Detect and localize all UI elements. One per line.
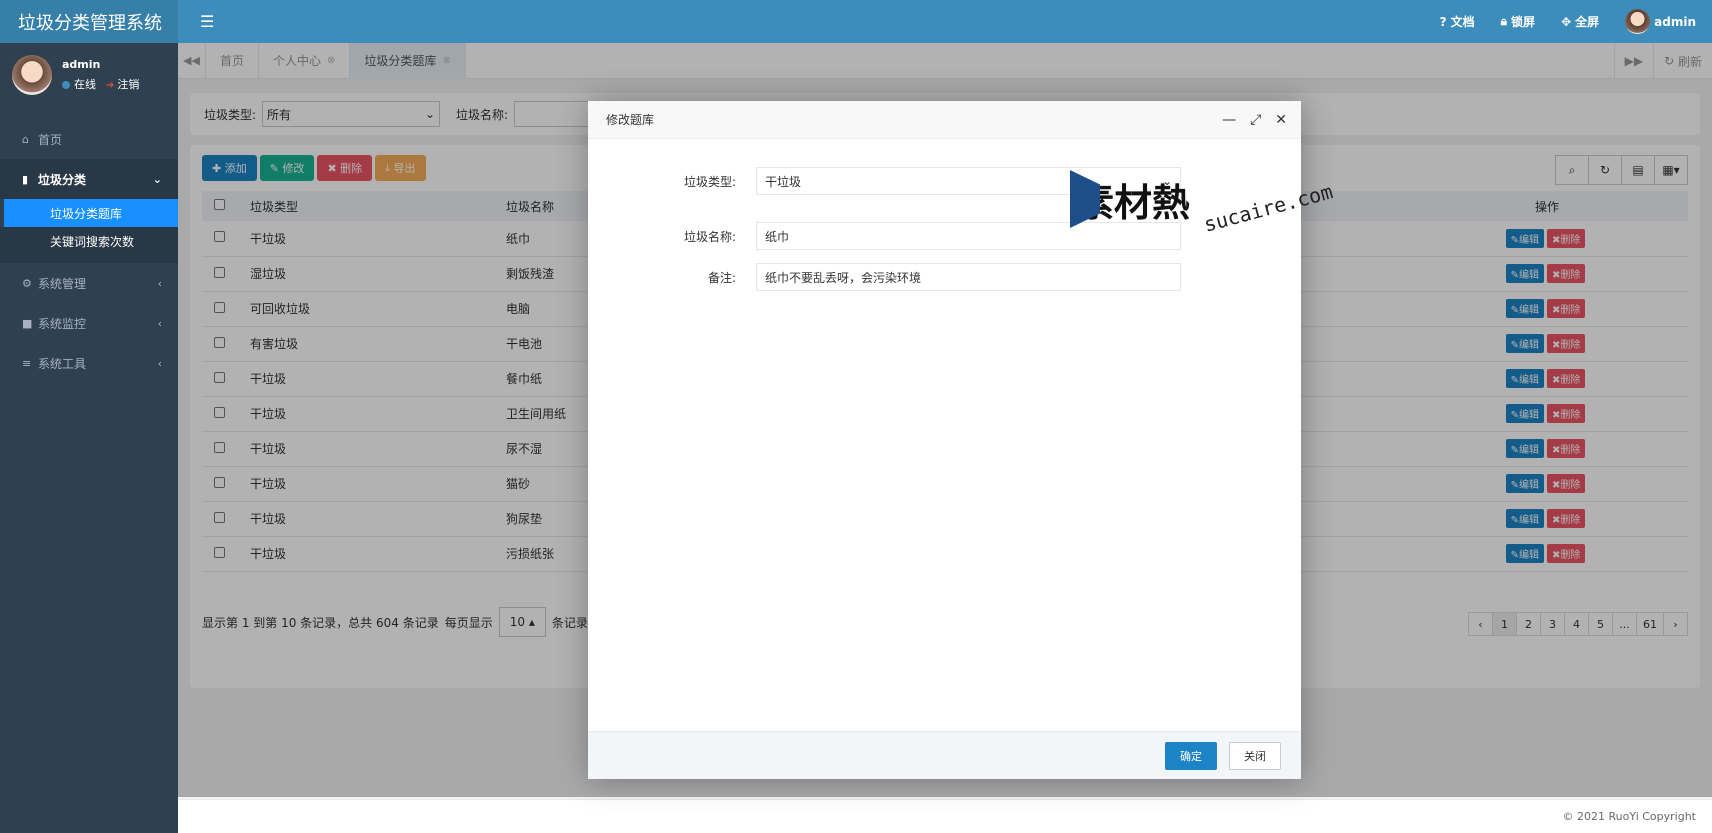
chevron-left-icon: ‹ — [157, 316, 162, 330]
fullscreen-label: 全屏 — [1575, 15, 1600, 29]
type-label: 垃圾类型: — [683, 174, 736, 189]
fullscreen-link[interactable]: ✥ 全屏 — [1561, 13, 1599, 30]
copyright: © 2021 RuoYi Copyright — [1562, 810, 1696, 823]
close-icon[interactable]: ✕ — [1275, 112, 1287, 128]
dialog-title: 修改题库 — [606, 113, 655, 127]
menu-toggle-icon[interactable]: ☰ — [200, 12, 214, 31]
watermark: 素材熱 sucaire.com — [1070, 170, 1335, 237]
avatar — [12, 55, 52, 95]
online-dot-icon — [62, 81, 70, 89]
sidebar-item-garbage[interactable]: ▮ 垃圾分类 ⌄ — [0, 159, 178, 199]
chevron-left-icon: ‹ — [157, 276, 162, 290]
bars-icon: ≡ — [22, 356, 32, 370]
close-button[interactable]: 关闭 — [1229, 741, 1281, 770]
name-label: 垃圾名称: — [683, 229, 736, 244]
docs-link[interactable]: ? 文档 — [1440, 13, 1475, 30]
sidebar-item-keyword-stats[interactable]: 关键词搜索次数 — [0, 227, 178, 255]
user-panel: admin 在线 ➔ 注销 — [0, 43, 178, 107]
user-menu[interactable]: admin — [1625, 9, 1696, 34]
footer: © 2021 RuoYi Copyright — [178, 799, 1712, 833]
app-title: 垃圾分类管理系统 — [0, 0, 178, 43]
lock-icon: 🔒︎ — [1500, 14, 1508, 28]
avatar — [1625, 9, 1651, 34]
lock-screen-link[interactable]: 🔒︎ 锁屏 — [1501, 13, 1535, 30]
expand-icon: ✥ — [1561, 14, 1572, 29]
remark-label: 备注: — [707, 270, 736, 285]
question-icon: ? — [1439, 14, 1447, 29]
maximize-icon[interactable]: ⤢ — [1250, 112, 1261, 128]
logout-link[interactable]: ➔ 注销 — [106, 76, 139, 92]
sidebar: admin 在线 ➔ 注销 ⌂ 首页 ▮ 垃圾分类 ⌄ 垃圾分类题库 关键词搜索次数 ⚙… — [0, 43, 178, 833]
sidebar-item-garbage-library[interactable]: 垃圾分类题库 — [4, 199, 178, 227]
video-icon: ■ — [22, 316, 33, 330]
online-status: 在线 — [62, 76, 96, 92]
trash-icon: ▮ — [22, 172, 29, 186]
user-name: admin — [62, 58, 101, 71]
sidebar-item-home[interactable]: ⌂ 首页 — [0, 119, 178, 159]
logout-icon: ➔ — [106, 80, 115, 91]
docs-label: 文档 — [1450, 15, 1475, 29]
sidebar-item-system-tools[interactable]: ≡ 系统工具 ‹ — [0, 343, 178, 383]
top-right-menu: ? 文档 🔒︎ 锁屏 ✥ 全屏 admin — [1440, 9, 1712, 34]
remark-input[interactable]: 纸巾不要乱丢呀，会污染环境 — [756, 263, 1181, 291]
minimize-icon[interactable]: — — [1222, 112, 1236, 128]
username: admin — [1654, 14, 1696, 29]
top-navbar: 垃圾分类管理系统 ☰ ? 文档 🔒︎ 锁屏 ✥ 全屏 admin — [0, 0, 1712, 43]
sidebar-item-system-manage[interactable]: ⚙ 系统管理 ‹ — [0, 263, 178, 303]
gear-icon: ⚙ — [22, 276, 32, 290]
chevron-left-icon: ‹ — [157, 356, 162, 370]
chevron-down-icon: ⌄ — [152, 172, 162, 186]
confirm-button[interactable]: 确定 — [1165, 741, 1217, 770]
dialog-footer: 确定 关闭 — [588, 731, 1301, 779]
lock-label: 锁屏 — [1511, 15, 1536, 29]
dialog-header: 修改题库 — ⤢ ✕ — [588, 101, 1301, 139]
home-icon: ⌂ — [22, 132, 29, 146]
sidebar-item-system-monitor[interactable]: ■ 系统监控 ‹ — [0, 303, 178, 343]
